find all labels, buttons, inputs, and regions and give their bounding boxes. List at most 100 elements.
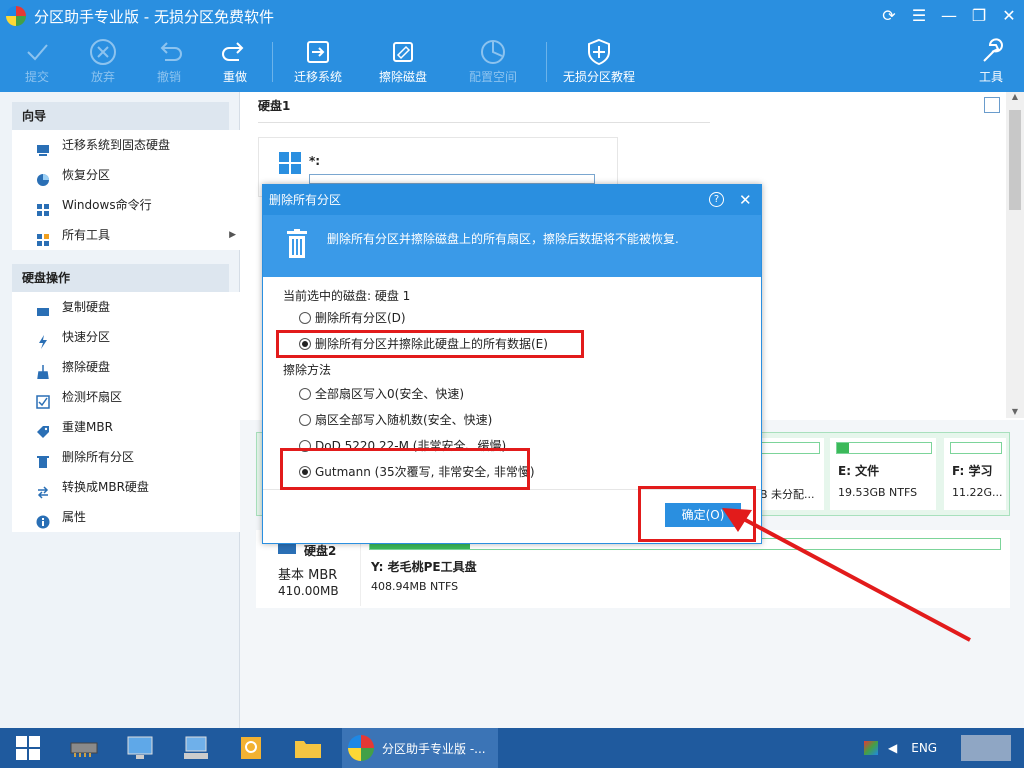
- undo-icon: [134, 36, 204, 68]
- sidebar-item-convert-mbr[interactable]: 转换成MBR硬盘: [24, 472, 242, 502]
- radio-dot: [299, 413, 311, 426]
- radio-random-fill[interactable]: 扇区全部写入随机数(安全、快速): [299, 411, 492, 428]
- sidebar-item-recover-partition[interactable]: 恢复分区: [24, 160, 242, 190]
- partition-unallocated[interactable]: B 未分配...: [760, 438, 824, 510]
- sidebar-item-copy-disk[interactable]: 复制硬盘: [24, 292, 242, 322]
- radio-delete-partitions[interactable]: 删除所有分区(D): [299, 309, 406, 326]
- migrate-icon: [36, 138, 50, 156]
- partition-size: 19.53GB NTFS: [838, 486, 918, 499]
- partition-usage-fill: [837, 443, 849, 453]
- discard-button[interactable]: 放弃: [68, 36, 138, 90]
- wizard-list: 迁移系统到固态硬盘 恢复分区 Windows命令行 所有工具 ▶: [12, 130, 242, 250]
- partition-name: F: 学习: [952, 464, 993, 478]
- dialog-warning-banner: 删除所有分区并擦除磁盘上的所有扇区，擦除后数据将不能被恢复.: [263, 215, 761, 277]
- lightning-icon: [36, 330, 50, 349]
- sidebar: 向导 迁移系统到固态硬盘 恢复分区 Windows命令行 所有工具 ▶ 硬盘操作 …: [0, 92, 242, 728]
- scroll-up-icon[interactable]: ▲: [1006, 92, 1024, 106]
- cancel-circle-icon: [68, 36, 138, 68]
- migrate-system-button[interactable]: 迁移系统: [283, 36, 353, 90]
- sidebar-item-check-bad-sectors[interactable]: 检测坏扇区: [24, 382, 242, 412]
- copy-disk-icon: [36, 300, 50, 316]
- toolbar-divider: [546, 42, 547, 82]
- partition-name: Y: 老毛桃PE工具盘: [371, 560, 477, 574]
- dialog-warning-text: 删除所有分区并擦除磁盘上的所有扇区，擦除后数据将不能被恢复.: [327, 232, 679, 246]
- commit-button[interactable]: 提交: [2, 36, 72, 90]
- search-tool-icon[interactable]: [224, 728, 280, 768]
- check-icon: [2, 36, 72, 68]
- tutorial-button[interactable]: 无损分区教程: [556, 36, 642, 90]
- allocate-space-button[interactable]: 配置空间: [458, 36, 528, 90]
- partition-usage-bar: [950, 442, 1002, 454]
- trash-icon: [285, 229, 309, 279]
- disk2-size: 410.00MB: [278, 584, 339, 598]
- wipe-method-label: 擦除方法: [283, 363, 332, 377]
- scroll-down-icon[interactable]: ▼: [1006, 407, 1024, 416]
- radio-dot: [299, 311, 311, 324]
- memory-chip-icon[interactable]: [56, 728, 112, 768]
- sidebar-item-all-tools[interactable]: 所有工具 ▶: [24, 220, 242, 250]
- dialog-close-icon[interactable]: ✕: [739, 185, 752, 215]
- pie-chart-icon: [458, 36, 528, 68]
- partition-size: 11.22G...: [952, 486, 1003, 499]
- refresh-icon[interactable]: ⟳: [874, 0, 904, 32]
- disk2-icon: [278, 544, 296, 554]
- grid-icon: [36, 228, 50, 246]
- header-divider: [258, 122, 710, 123]
- partition-f[interactable]: F: 学习 11.22G...: [944, 438, 1006, 510]
- disk-ops-list: 复制硬盘 快速分区 擦除硬盘 检测坏扇区 重建MBR 删除所有分区 转换成MBR…: [12, 292, 242, 532]
- taskbar: 分区助手专业版 -... ◀ ENG: [0, 728, 1024, 768]
- trash-icon: [36, 450, 50, 468]
- partition-e[interactable]: E: 文件 19.53GB NTFS: [830, 438, 936, 510]
- disk1-header: 硬盘1: [258, 99, 291, 113]
- folder-icon[interactable]: [280, 728, 336, 768]
- toolbar: 提交 放弃 撤销 重做 迁移系统 擦除磁盘 配置空间 无损分区教程 工具: [0, 32, 1024, 92]
- menu-icon[interactable]: ☰: [904, 0, 934, 32]
- migrate-disk-icon: [283, 36, 353, 68]
- sidebar-item-delete-all-partitions[interactable]: 删除所有分区: [24, 442, 242, 472]
- radio-dot: [299, 387, 311, 400]
- taskbar-app-partition-assistant[interactable]: 分区助手专业版 -...: [342, 728, 498, 768]
- radio-zero-fill[interactable]: 全部扇区写入0(安全、快速): [299, 385, 464, 402]
- tools-button[interactable]: 工具: [956, 36, 1024, 90]
- sidebar-item-wipe-disk[interactable]: 擦除硬盘: [24, 352, 242, 382]
- undo-button[interactable]: 撤销: [134, 36, 204, 90]
- keyboard-monitor-icon[interactable]: [168, 728, 224, 768]
- title-bar: 分区助手专业版 - 无损分区免费软件 ⟳ ☰ — ❐ ✕: [0, 0, 1024, 32]
- disk-ops-section-title: 硬盘操作: [12, 264, 229, 292]
- sidebar-item-rebuild-mbr[interactable]: 重建MBR: [24, 412, 242, 442]
- help-icon[interactable]: ?: [709, 192, 724, 207]
- highlight-box: [276, 330, 584, 358]
- sidebar-item-migrate-ssd[interactable]: 迁移系统到固态硬盘: [24, 130, 242, 160]
- highlight-box: [280, 448, 530, 490]
- redo-button[interactable]: 重做: [200, 36, 270, 90]
- toolbar-divider: [272, 42, 273, 82]
- app-logo-icon: [6, 6, 26, 26]
- vertical-scrollbar[interactable]: ▲ ▼: [1006, 92, 1024, 418]
- disk1-usage-bar: [309, 174, 595, 184]
- pie-recover-icon: [36, 168, 50, 186]
- bad-sector-icon: [36, 390, 50, 409]
- restore-button[interactable]: ❐: [964, 0, 994, 32]
- disk1-drive-label: *:: [309, 154, 321, 168]
- close-button[interactable]: ✕: [994, 0, 1024, 32]
- computer-settings-icon[interactable]: [112, 728, 168, 768]
- sidebar-item-windows-cmd[interactable]: Windows命令行: [24, 190, 242, 220]
- tag-icon: [36, 420, 50, 438]
- windows-icon: [36, 198, 50, 216]
- sidebar-item-quick-partition[interactable]: 快速分区: [24, 322, 242, 352]
- minimize-button[interactable]: —: [934, 0, 964, 32]
- wizard-section-title: 向导: [12, 102, 229, 130]
- clock-area[interactable]: [961, 735, 1012, 761]
- language-indicator[interactable]: ENG: [911, 741, 937, 755]
- highlight-box: [638, 486, 756, 542]
- sidebar-item-properties[interactable]: 属性: [24, 502, 242, 532]
- network-icon[interactable]: [864, 741, 878, 755]
- wipe-disk-button[interactable]: 擦除磁盘: [368, 36, 438, 90]
- scroll-thumb[interactable]: [1009, 110, 1021, 210]
- chevron-right-icon: ▶: [229, 230, 236, 240]
- view-toggle-icon[interactable]: [984, 97, 1000, 113]
- speaker-icon[interactable]: ◀: [888, 741, 897, 755]
- partition-name: E: 文件: [838, 464, 880, 478]
- start-button[interactable]: [0, 728, 56, 768]
- system-tray: ◀ ENG: [854, 728, 1024, 768]
